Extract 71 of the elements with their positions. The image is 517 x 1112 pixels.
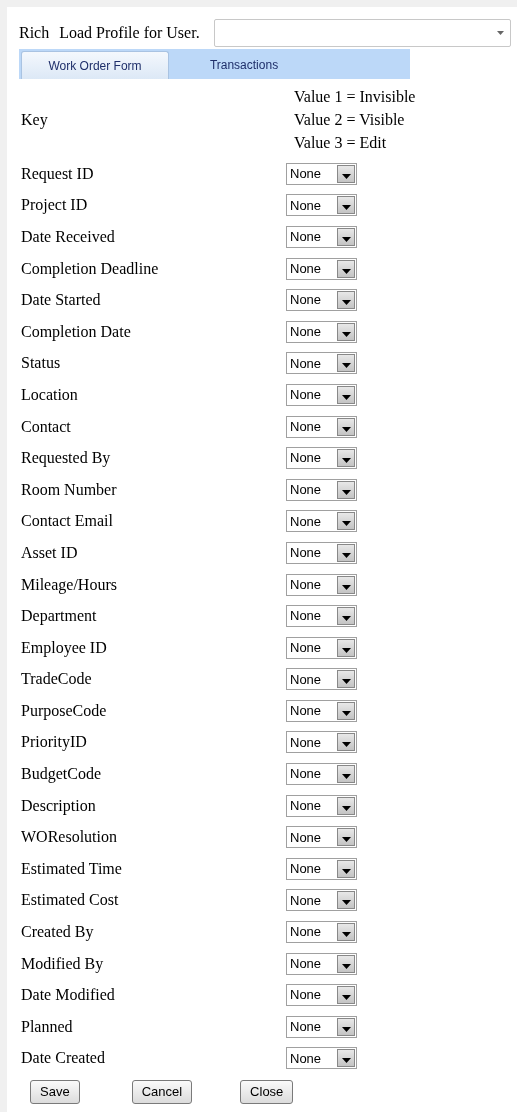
visibility-select[interactable]: None (286, 510, 357, 533)
visibility-select[interactable]: None (286, 636, 357, 659)
field-label: Contact (20, 416, 72, 437)
key-label: Key (20, 109, 49, 131)
visibility-select[interactable]: None (286, 478, 357, 501)
visibility-select[interactable]: None (286, 352, 357, 375)
field-label: Created By (20, 922, 95, 943)
field-label: Completion Deadline (20, 258, 160, 280)
tab[interactable]: Work Order Form (21, 51, 169, 79)
visibility-select[interactable]: None (286, 383, 357, 406)
field-label: Status (20, 353, 62, 374)
key-legend-line: Value 2 = Visible (294, 110, 406, 130)
field-label: Date Created (20, 1048, 106, 1069)
visibility-select[interactable]: None (286, 699, 357, 722)
form-button[interactable]: Close (240, 1080, 294, 1105)
field-label: BudgetCode (20, 764, 102, 785)
visibility-select[interactable]: None (286, 889, 357, 912)
field-label: Project ID (20, 195, 89, 216)
visibility-select[interactable]: None (286, 162, 357, 185)
visibility-select[interactable]: None (286, 257, 357, 280)
field-label: Employee ID (20, 637, 108, 659)
visibility-select[interactable]: None (286, 194, 357, 217)
field-label: Date Started (20, 290, 102, 311)
visibility-select[interactable]: None (286, 984, 357, 1007)
field-label: Contact Email (20, 511, 114, 532)
user-name: Rich (19, 23, 50, 43)
visibility-select[interactable]: None (286, 921, 357, 944)
field-label: Date Modified (20, 985, 116, 1006)
caret-icon (497, 31, 504, 35)
tab[interactable]: Transactions (169, 51, 319, 79)
field-label: Estimated Time (20, 858, 123, 879)
visibility-select[interactable]: None (286, 731, 357, 754)
field-label: Mileage/Hours (20, 574, 118, 596)
visibility-select[interactable]: None (286, 1015, 357, 1038)
field-label: PurposeCode (20, 700, 108, 722)
field-label: Asset ID (20, 542, 79, 563)
visibility-select[interactable]: None (286, 952, 357, 975)
visibility-select[interactable]: None (286, 1047, 357, 1070)
field-label: WOResolution (20, 827, 118, 848)
visibility-select[interactable]: None (286, 857, 357, 880)
field-label: Completion Date (20, 321, 132, 343)
field-label: Description (20, 795, 97, 817)
field-label: Modified By (20, 953, 105, 975)
visibility-select[interactable]: None (286, 226, 357, 248)
field-label: Estimated Cost (20, 890, 120, 911)
visibility-select[interactable]: None (286, 289, 357, 312)
field-label: Planned (20, 1016, 74, 1037)
key-legend-line: Value 3 = Edit (294, 133, 388, 153)
field-label: Date Received (20, 227, 116, 247)
visibility-select[interactable]: None (286, 573, 357, 596)
visibility-select[interactable]: None (286, 541, 357, 564)
visibility-select[interactable]: None (286, 826, 357, 849)
field-label: PriorityID (20, 732, 88, 753)
field-label: Requested By (20, 448, 112, 469)
visibility-select[interactable]: None (286, 794, 357, 817)
form-button[interactable]: Cancel (131, 1080, 193, 1105)
visibility-select[interactable]: None (286, 447, 357, 470)
field-label: Location (20, 384, 79, 405)
visibility-select[interactable]: None (286, 668, 357, 691)
field-label: TradeCode (20, 669, 93, 690)
load-profile-label: Load Profile for User. (59, 23, 200, 43)
visibility-select[interactable]: None (286, 415, 357, 438)
visibility-select[interactable]: None (286, 763, 357, 786)
field-label: Room Number (20, 479, 118, 500)
visibility-select[interactable]: None (286, 320, 357, 343)
form-button[interactable]: Save (30, 1080, 80, 1105)
field-label: Request ID (20, 163, 95, 185)
user-select[interactable] (213, 19, 511, 47)
key-legend-line: Value 1 = Invisible (294, 87, 416, 107)
visibility-select[interactable]: None (286, 605, 357, 628)
field-label: Department (20, 606, 98, 627)
